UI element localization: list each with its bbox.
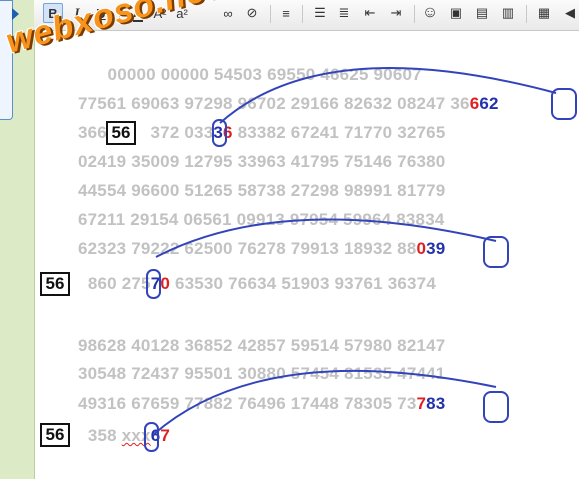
numbered-list-button[interactable]: ≣ <box>334 3 354 23</box>
highlight-ring <box>483 236 509 268</box>
outdent-button[interactable]: ⇤ <box>360 3 380 23</box>
image-button[interactable]: ▣ <box>446 3 466 23</box>
indent-button[interactable]: ⇥ <box>386 3 406 23</box>
quote-icon: ▥ <box>501 5 515 20</box>
link-arc <box>219 67 557 124</box>
align-left-button[interactable]: ≡ <box>276 3 296 23</box>
highlight-ring <box>212 119 227 147</box>
link-icon: ∞ <box>223 5 233 21</box>
highlight-ring <box>146 269 161 299</box>
back-arrow-icon: ◀ <box>565 5 575 20</box>
left-sidebar <box>0 0 35 479</box>
undo-button[interactable]: ◀ <box>560 3 579 23</box>
link-button[interactable]: ∞ <box>218 3 238 23</box>
editor-content[interactable]: 00000 00000 54503 69550 46625 90607 7756… <box>34 31 579 479</box>
toolbar-divider <box>270 5 271 23</box>
highlight-ring <box>483 391 509 423</box>
media-button[interactable]: ▤ <box>472 3 492 23</box>
numbered-list-icon: ≣ <box>338 5 350 20</box>
bullet-list-button[interactable]: ☰ <box>310 3 330 23</box>
link-arc <box>155 218 497 258</box>
outdent-icon: ⇤ <box>364 5 376 20</box>
toolbar-divider <box>526 5 527 23</box>
indent-icon: ⇥ <box>390 5 402 20</box>
toolbar-divider <box>302 5 303 23</box>
save-button[interactable]: ▦ <box>534 3 554 23</box>
align-left-icon: ≡ <box>282 5 290 21</box>
annotation-overlay <box>144 67 577 452</box>
toolbar-divider <box>414 5 415 23</box>
unlink-button[interactable]: ⊘ <box>242 3 262 23</box>
link-arc <box>153 369 497 435</box>
unlink-icon: ⊘ <box>246 5 258 20</box>
emoji-button[interactable]: ☺ <box>420 3 440 23</box>
media-icon: ▤ <box>475 5 489 20</box>
image-icon: ▣ <box>449 5 463 20</box>
highlight-ring <box>144 422 159 452</box>
quote-button[interactable]: ▥ <box>498 3 518 23</box>
emoji-icon: ☺ <box>421 4 439 21</box>
expand-arrow-icon[interactable] <box>12 8 19 20</box>
save-icon: ▦ <box>537 5 551 20</box>
bullet-list-icon: ☰ <box>314 5 326 20</box>
